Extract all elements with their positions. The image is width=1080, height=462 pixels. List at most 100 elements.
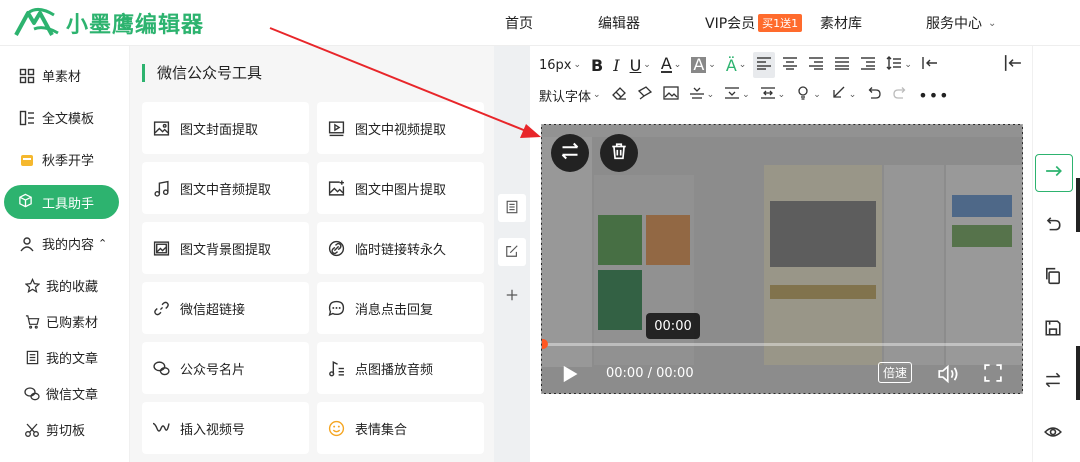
tool-emoji-collection[interactable]: 表情集合 [317, 402, 484, 454]
vip-promo-badge: 买1送1 [758, 14, 803, 32]
tool-insert-channels[interactable]: 插入视频号 [142, 402, 309, 454]
sidebar-sub-favorites[interactable]: 我的收藏 [24, 276, 98, 295]
plus-icon [505, 287, 519, 306]
align-justify-button[interactable] [831, 52, 853, 78]
brand-name: 小墨鹰编辑器 [66, 13, 205, 38]
video-progress-bar[interactable] [542, 343, 1022, 346]
wechat-card-icon [152, 359, 170, 377]
volume-button[interactable] [938, 364, 960, 388]
fullscreen-button[interactable] [984, 364, 1002, 386]
hyperlink-icon [152, 299, 170, 317]
tool-wechat-hyperlink[interactable]: 微信超链接 [142, 282, 309, 334]
format-painter-button[interactable] [634, 82, 656, 108]
tool-label: 图文封面提取 [180, 122, 259, 138]
underline-button[interactable]: U ⌄ [627, 52, 654, 78]
video-player[interactable]: 00:00 00:00 / 00:00 倍速 [541, 124, 1023, 394]
swap-video-button[interactable] [551, 134, 589, 172]
nav-editor[interactable]: 编辑器 [598, 0, 640, 46]
align-left-button[interactable] [753, 52, 776, 78]
sidebar-item-tools[interactable]: 工具助手 [4, 185, 119, 219]
tool-image-extract[interactable]: 图文中图片提取 [317, 162, 484, 214]
line-height-button[interactable]: ⌄ [883, 52, 915, 78]
article-list-button[interactable] [498, 194, 526, 222]
sidebar-item-autumn[interactable]: 秋季开学 [18, 150, 94, 169]
video-controls: 00:00 / 00:00 [542, 353, 1022, 393]
align-left-icon [756, 56, 772, 74]
preview-rail-button[interactable] [1033, 414, 1073, 454]
toolbar-row-1: 16px ⌄ B I U ⌄ A ⌄ A ⌄ Ä ⌄ ⌄ [536, 48, 945, 82]
divider-button[interactable]: ⌄ [686, 82, 718, 108]
nav-home[interactable]: 首页 [505, 0, 533, 46]
play-button[interactable] [560, 364, 580, 388]
copy-icon [1044, 267, 1062, 289]
tool-message-reply[interactable]: 消息点击回复 [317, 282, 484, 334]
sidebar-sub-clipboard[interactable]: 剪切板 [24, 420, 85, 439]
left-sidebar: 单素材 全文模板 秋季开学 工具助手 我的内容 ⌃ 我的收藏 已购素材 我的文章… [0, 46, 130, 462]
font-color-button[interactable]: A ⌄ [658, 52, 685, 78]
playback-speed-button[interactable]: 倍速 [878, 362, 913, 383]
add-button[interactable] [498, 282, 526, 310]
more-button[interactable]: ••• [915, 82, 952, 108]
text-effect-button[interactable]: Ä ⌄ [723, 52, 750, 78]
sidebar-item-label: 工具助手 [42, 196, 95, 212]
chevron-down-icon: ⌄ [742, 90, 750, 100]
insert-image-button[interactable] [660, 82, 682, 108]
undo-icon [1044, 215, 1062, 237]
undo-rail-button[interactable] [1033, 206, 1073, 246]
sidebar-sub-wechat[interactable]: 微信文章 [24, 384, 98, 403]
clear-format-button[interactable] [608, 82, 630, 108]
tool-label: 临时链接转永久 [355, 242, 447, 258]
align-center-button[interactable] [779, 52, 801, 78]
sidebar-item-template[interactable]: 全文模板 [18, 108, 94, 127]
copy-rail-button[interactable] [1033, 258, 1073, 298]
sidebar-item-single[interactable]: 单素材 [18, 66, 81, 85]
tool-image-audio[interactable]: 点图播放音频 [317, 342, 484, 394]
rail-edge-bar [1076, 346, 1080, 400]
redo-button[interactable] [889, 82, 911, 108]
indent-button[interactable] [857, 52, 879, 78]
align-right-button[interactable] [805, 52, 827, 78]
switch-rail-button[interactable] [1033, 362, 1073, 402]
nav-materials[interactable]: 素材库 [820, 0, 862, 46]
brand-logo[interactable]: 小墨鹰编辑器 [14, 6, 204, 40]
tool-account-card[interactable]: 公众号名片 [142, 342, 309, 394]
direction-button[interactable]: ⌄ [828, 82, 860, 108]
top-bar: 小墨鹰编辑器 首页 编辑器 VIP会员 买1送1 素材库 服务中心 ⌄ [0, 0, 1080, 46]
exit-button[interactable] [1004, 54, 1022, 76]
letter-spacing-button[interactable] [919, 52, 941, 78]
font-family-select[interactable]: 默认字体 ⌄ [536, 82, 604, 108]
nav-service[interactable]: 服务中心 ⌄ [926, 0, 996, 46]
undo-button[interactable] [863, 82, 885, 108]
sidebar-sub-articles[interactable]: 我的文章 [24, 348, 98, 367]
italic-button[interactable]: I [610, 52, 622, 78]
align-right-icon [808, 56, 824, 74]
sidebar-item-label: 单素材 [42, 70, 82, 85]
align-justify-icon [834, 56, 850, 74]
tool-label: 点图播放音频 [355, 362, 434, 378]
tool-label: 微信超链接 [180, 302, 246, 318]
margin-button[interactable]: ⌄ [757, 82, 789, 108]
tool-link-permanent[interactable]: 临时链接转永久 [317, 222, 484, 274]
chevron-down-icon: ⌄ [777, 90, 786, 100]
sidebar-sub-purchased[interactable]: 已购素材 [24, 312, 98, 331]
tool-audio-extract[interactable]: 图文中音频提取 [142, 162, 309, 214]
tool-background-extract[interactable]: 图文背景图提取 [142, 222, 309, 274]
spacing-button[interactable]: ⌄ [721, 82, 753, 108]
font-size-select[interactable]: 16px ⌄ [536, 52, 584, 78]
next-step-button[interactable] [1035, 154, 1073, 192]
chevron-down-icon: ⌄ [848, 90, 857, 100]
music-icon [152, 179, 170, 197]
background-color-button[interactable]: A ⌄ [688, 52, 719, 78]
delete-video-button[interactable] [600, 134, 638, 172]
bulb-button[interactable]: ⌄ [792, 82, 824, 108]
tool-video-extract[interactable]: 图文中视频提取 [317, 102, 484, 154]
edit-button[interactable] [498, 238, 526, 266]
lightbulb-icon [795, 86, 811, 104]
horizontal-rule-icon [689, 86, 705, 104]
save-rail-button[interactable] [1033, 310, 1073, 350]
sidebar-item-my-content[interactable]: 我的内容 ⌃ [18, 234, 107, 253]
chevron-down-icon: ⌄ [904, 60, 912, 70]
nav-vip[interactable]: VIP会员 买1送1 [705, 0, 803, 46]
bold-button[interactable]: B [588, 52, 606, 78]
tool-cover-extract[interactable]: 图文封面提取 [142, 102, 309, 154]
